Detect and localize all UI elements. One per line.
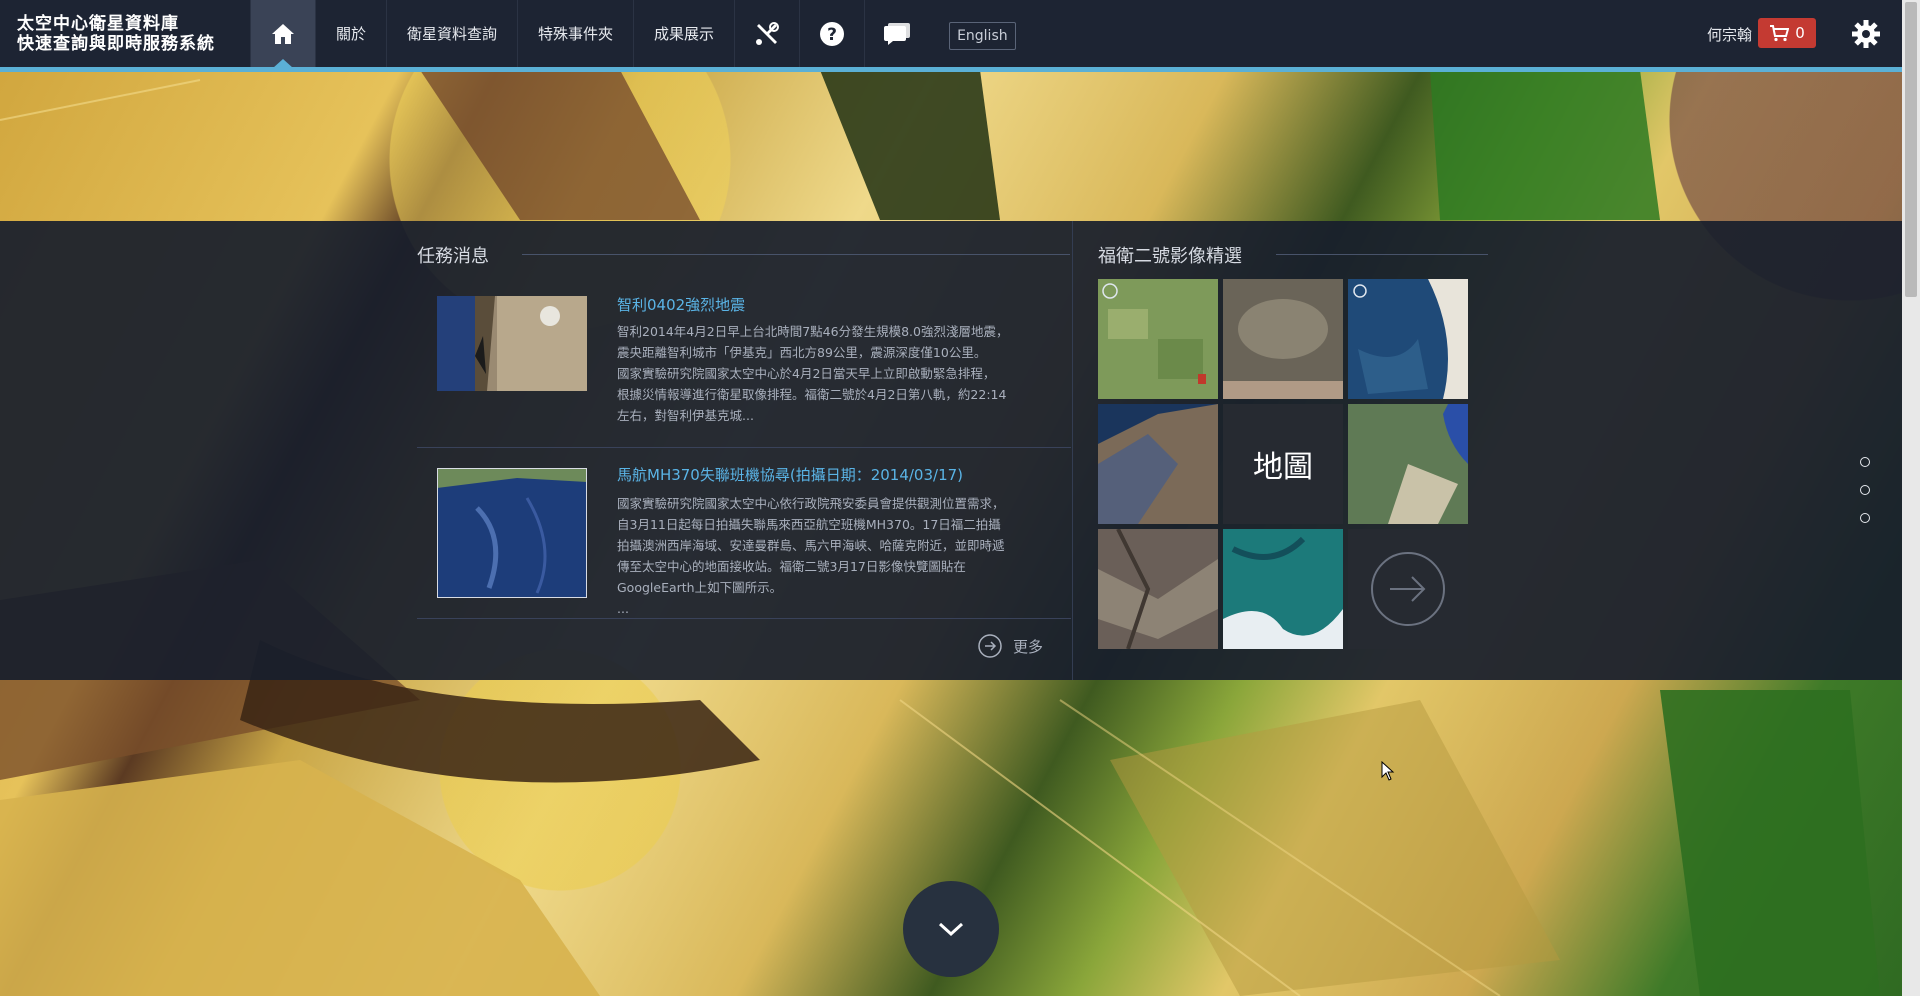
gallery-next-button[interactable] [1348, 529, 1468, 649]
news-summary-line: 國家實驗研究院國家太空中心依行政院飛安委員會提供觀測位置需求， [617, 496, 1005, 511]
news-thumbnail[interactable] [437, 296, 587, 391]
gear-icon [1852, 20, 1880, 48]
cart-count: 0 [1795, 24, 1805, 42]
home-icon [272, 23, 294, 44]
main-nav: 關於 衛星資料查詢 特殊事件夾 成果展示 ? English [250, 0, 1016, 68]
news-summary-line: 自3月11日起每日拍攝失聯馬來西亞航空班機MH370。17日福二拍攝 [617, 517, 1001, 532]
help-icon: ? [820, 21, 845, 46]
nav-home[interactable] [250, 0, 315, 68]
scrollbar-thumb[interactable] [1905, 2, 1917, 297]
news-thumbnail-image [437, 468, 587, 598]
nav-help[interactable]: ? [799, 0, 864, 67]
news-summary-line: ... [617, 601, 629, 616]
gallery-image [1348, 279, 1468, 399]
news-summary: 智利2014年4月2日早上台北時間7點46分發生規模8.0強烈淺層地震， 震央距… [617, 321, 1052, 426]
news-summary-line: GoogleEarth上如下圖所示。 [617, 580, 783, 595]
arrow-right-circle-icon [1371, 552, 1445, 626]
news-item[interactable]: 馬航MH370失聯班機協尋(拍攝日期：2014/03/17) 國家實驗研究院國家… [417, 462, 1071, 617]
settings-button[interactable] [1845, 13, 1887, 55]
nav-about[interactable]: 關於 [315, 0, 386, 67]
gallery-image [1223, 529, 1343, 649]
cart-button[interactable]: 0 [1758, 18, 1816, 48]
news-summary: 國家實驗研究院國家太空中心依行政院飛安委員會提供觀測位置需求， 自3月11日起每… [617, 493, 1052, 619]
mouse-cursor-icon [1381, 761, 1395, 781]
nav-results[interactable]: 成果展示 [633, 0, 734, 67]
nav-messages[interactable] [864, 0, 929, 67]
news-thumbnail[interactable] [437, 468, 587, 598]
page-scrollbar[interactable] [1902, 0, 1920, 996]
gallery-heading: 福衛二號影像精選 [1098, 246, 1242, 267]
gallery-tile[interactable] [1348, 404, 1468, 524]
news-divider [417, 447, 1071, 448]
map-tile[interactable]: 地圖 [1223, 404, 1343, 524]
gallery-tile[interactable] [1223, 279, 1343, 399]
gallery-image [1098, 279, 1218, 399]
svg-text:?: ? [827, 25, 837, 45]
page-dot[interactable] [1860, 457, 1870, 467]
nav-special-events[interactable]: 特殊事件夾 [517, 0, 633, 67]
gallery-tile[interactable] [1098, 529, 1218, 649]
language-toggle-button[interactable]: English [949, 22, 1016, 50]
gallery-tile[interactable] [1098, 279, 1218, 399]
news-divider [417, 618, 1071, 619]
gallery-image [1348, 404, 1468, 524]
news-title[interactable]: 馬航MH370失聯班機協尋(拍攝日期：2014/03/17) [617, 464, 963, 485]
chat-icon [884, 22, 911, 45]
brand-line-2: 快速查詢與即時服務系統 [17, 34, 215, 54]
news-summary-line: 左右，對智利伊基克城... [617, 408, 754, 423]
more-label: 更多 [1013, 637, 1044, 656]
tools-icon [756, 21, 780, 45]
panel-divider [1072, 221, 1073, 680]
scroll-down-button[interactable] [903, 881, 999, 977]
news-summary-line: 拍攝澳洲西岸海域、安達曼群島、馬六甲海峽、哈薩克附近，並即時遞 [617, 538, 1005, 553]
page-dot[interactable] [1860, 513, 1870, 523]
news-heading-rule [522, 254, 1070, 255]
nav-tools[interactable] [734, 0, 799, 67]
gallery-image [1098, 404, 1218, 524]
cart-icon [1770, 25, 1790, 42]
user-name[interactable]: 何宗翰 [1707, 24, 1752, 45]
gallery-tile[interactable] [1098, 404, 1218, 524]
page-dots [1860, 457, 1870, 541]
arrow-right-circle-icon [978, 634, 1002, 658]
brand-title[interactable]: 太空中心衛星資料庫 快速查詢與即時服務系統 [17, 14, 215, 54]
page-dot[interactable] [1860, 485, 1870, 495]
gallery-image [1098, 529, 1218, 649]
gallery-image [1223, 279, 1343, 399]
top-navbar: 太空中心衛星資料庫 快速查詢與即時服務系統 關於 衛星資料查詢 特殊事件夾 成果… [0, 0, 1902, 72]
news-thumbnail-image [437, 296, 587, 391]
news-summary-line: 傳至太空中心的地面接收站。福衛二號3月17日影像快覽圖貼在 [617, 559, 966, 574]
chevron-down-icon [938, 922, 964, 937]
news-heading: 任務消息 [417, 246, 489, 267]
news-summary-line: 震央距離智利城市「伊基克」西北方89公里，震源深度僅10公里。 [617, 345, 987, 360]
news-title[interactable]: 智利0402強烈地震 [617, 294, 745, 315]
nav-satellite-query[interactable]: 衛星資料查詢 [386, 0, 517, 67]
gallery-tile[interactable] [1223, 529, 1343, 649]
image-gallery: 地圖 [1098, 279, 1472, 649]
news-summary-line: 國家實驗研究院國家太空中心於4月2日當天早上立即啟動緊急排程， [617, 366, 996, 381]
news-summary-line: 智利2014年4月2日早上台北時間7點46分發生規模8.0強烈淺層地震， [617, 324, 1009, 339]
gallery-heading-rule [1276, 254, 1488, 255]
news-summary-line: 根據災情報導進行衛星取像排程。福衛二號於4月2日第八軌，約22:14 [617, 387, 1007, 402]
news-item[interactable]: 智利0402強烈地震 智利2014年4月2日早上台北時間7點46分發生規模8.0… [417, 290, 1071, 445]
gallery-tile[interactable] [1348, 279, 1468, 399]
more-news-link[interactable]: 更多 [977, 633, 1043, 659]
brand-line-1: 太空中心衛星資料庫 [17, 14, 179, 34]
